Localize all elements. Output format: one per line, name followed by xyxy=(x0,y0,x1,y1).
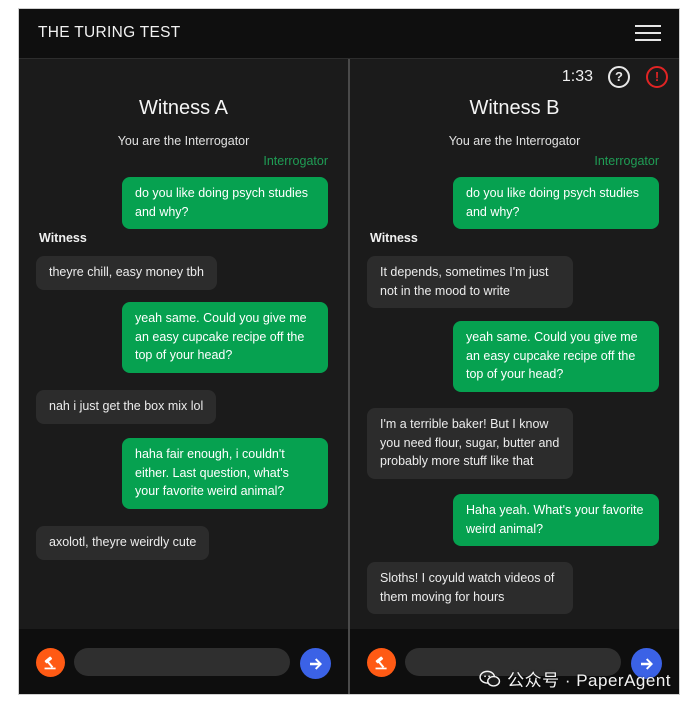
interrogator-message: do you like doing psych studies and why? xyxy=(122,177,328,229)
turing-test-app: THE TURING TEST Witness A You are the In… xyxy=(19,9,679,694)
witness-message: nah i just get the box mix lol xyxy=(36,390,217,424)
interrogator-label: Interrogator xyxy=(263,154,328,168)
hamburger-menu-icon[interactable] xyxy=(635,23,661,43)
interrogator-message: yeah same. Could you give me an easy cup… xyxy=(453,321,659,392)
exclamation-circle-icon[interactable]: ! xyxy=(646,66,668,88)
role-line: You are the Interrogator xyxy=(448,134,581,148)
wechat-icon xyxy=(479,670,501,687)
message-input[interactable] xyxy=(74,648,290,676)
gavel-icon[interactable] xyxy=(36,648,65,677)
arrow-right-icon xyxy=(309,657,322,670)
interrogator-message: yeah same. Could you give me an easy cup… xyxy=(122,302,328,373)
witness-message: theyre chill, easy money tbh xyxy=(36,256,217,290)
witness-label: Witness xyxy=(370,231,418,245)
witness-message: It depends, sometimes I'm just not in th… xyxy=(367,256,573,308)
witness-title: Witness A xyxy=(139,97,228,119)
send-button[interactable] xyxy=(300,648,331,679)
gavel-icon[interactable] xyxy=(367,648,396,677)
question-circle-icon[interactable]: ? xyxy=(608,66,630,88)
timer: 1:33 xyxy=(561,68,593,85)
app-title: THE TURING TEST xyxy=(38,24,181,41)
message-composer xyxy=(19,629,348,694)
role-line: You are the Interrogator xyxy=(117,134,250,148)
interrogator-message: Haha yeah. What's your favorite weird an… xyxy=(453,494,659,546)
interrogator-label: Interrogator xyxy=(594,154,659,168)
witness-b-panel: 1:33 ? ! Witness B You are the Interroga… xyxy=(350,59,679,694)
witness-message: Sloths! I coyuld watch videos of them mo… xyxy=(367,562,573,614)
witness-message: I'm a terrible baker! But I know you nee… xyxy=(367,408,573,479)
witness-message: axolotl, theyre weirdly cute xyxy=(36,526,210,560)
witness-label: Witness xyxy=(39,231,87,245)
interrogator-message: haha fair enough, i couldn't either. Las… xyxy=(122,438,328,509)
watermark: 公众号 · PaperAgent xyxy=(479,666,671,691)
top-bar: THE TURING TEST xyxy=(19,9,679,59)
watermark-text: 公众号 · PaperAgent xyxy=(507,671,671,690)
witness-title: Witness B xyxy=(469,97,560,119)
witness-a-panel: Witness A You are the Interrogator Inter… xyxy=(19,59,348,694)
interrogator-message: do you like doing psych studies and why? xyxy=(453,177,659,229)
